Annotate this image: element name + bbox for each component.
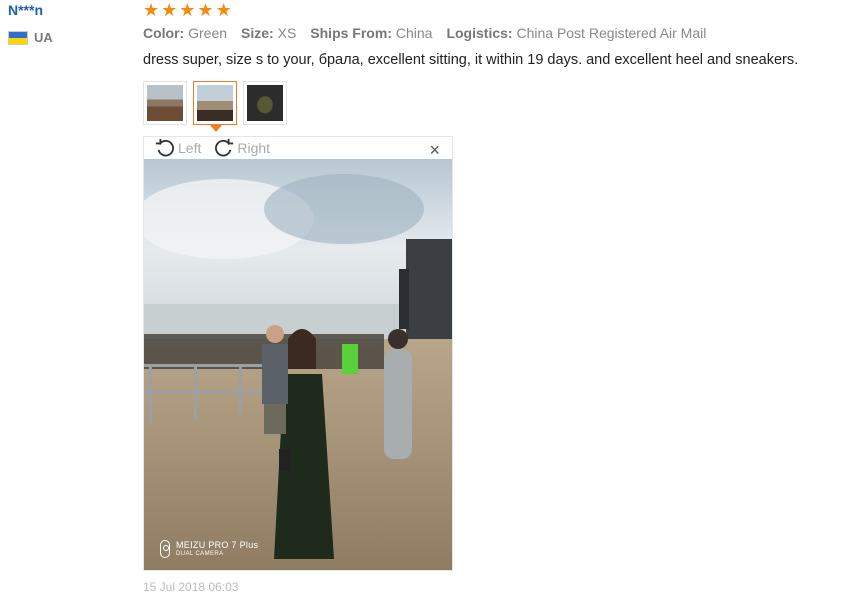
color-label: Color: (143, 25, 185, 41)
thumbnail-image (197, 85, 233, 121)
ships-from-label: Ships From: (310, 25, 392, 41)
logistics-label: Logistics: (446, 25, 513, 41)
review-photo: MEIZU PRO 7 Plus DUAL CAMERA (144, 159, 452, 570)
review-timestamp: 15 Jul 2018 06:03 (143, 580, 239, 594)
rotate-right-label: Right (237, 140, 271, 156)
size-label: Size: (241, 25, 274, 41)
ukraine-flag-icon (8, 30, 28, 45)
country-code: UA (34, 30, 53, 45)
rotate-left-icon (155, 138, 174, 157)
size-value: XS (277, 25, 297, 41)
reviewer-country: UA (8, 30, 53, 45)
rotate-right-button[interactable]: Right (213, 137, 270, 159)
order-attributes: Color: Green Size: XS Ships From: China … (143, 25, 706, 41)
star-icon: ★ (179, 0, 196, 20)
ships-from-value: China (395, 25, 433, 41)
thumbnail-photo-2[interactable] (193, 81, 237, 132)
review-text: dress super, size s to your, брала, exce… (143, 52, 799, 68)
logistics-value: China Post Registered Air Mail (516, 25, 707, 41)
close-icon[interactable]: × (429, 140, 440, 161)
thumbnail-image (247, 85, 283, 121)
star-icon: ★ (197, 0, 214, 20)
rotate-left-button[interactable]: Left (154, 137, 201, 159)
watermark-model: MEIZU PRO 7 Plus (176, 540, 259, 550)
thumbnail-image (147, 85, 183, 121)
rotate-left-label: Left (178, 140, 202, 156)
star-rating: ★ ★ ★ ★ ★ (143, 1, 232, 19)
star-icon: ★ (215, 0, 232, 20)
color-value: Green (188, 25, 228, 41)
reviewer-name: N***n (8, 2, 44, 18)
star-icon: ★ (161, 0, 178, 20)
camera-watermark: MEIZU PRO 7 Plus DUAL CAMERA (160, 540, 258, 558)
star-icon: ★ (143, 0, 160, 20)
rotate-right-icon (215, 138, 234, 157)
beach-photo-image (144, 159, 452, 570)
viewer-toolbar: Left Right (144, 137, 452, 159)
thumbnail-photo-3[interactable] (243, 81, 287, 125)
thumbnail-photo-1[interactable] (143, 81, 187, 125)
watermark-subtitle: DUAL CAMERA (176, 551, 224, 557)
photo-viewer: Left Right × MEIZU PRO 7 Plus DUAL CAMER… (143, 136, 453, 571)
photo-thumbnails (143, 81, 287, 132)
camera-icon (160, 540, 170, 558)
